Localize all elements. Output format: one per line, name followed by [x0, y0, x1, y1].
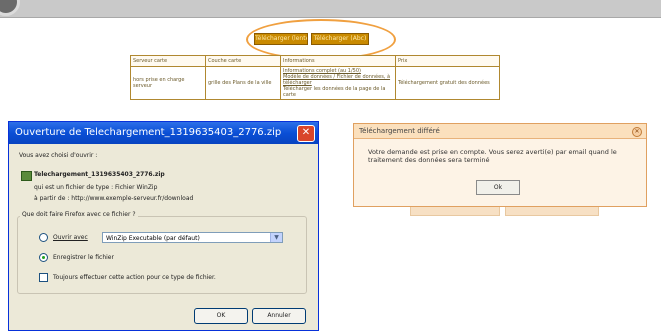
file-name: Telechargement_1319635403_2776.zip	[34, 171, 165, 178]
logo-icon	[0, 0, 20, 16]
top-bar	[0, 0, 661, 18]
intro-text: Vous avez choisi d'ouvrir :	[19, 152, 98, 159]
dialog-title: Ouverture de Telechargement_1319635403_2…	[9, 122, 318, 144]
info-link[interactable]: Modèle de données / Fichier de données, …	[283, 74, 393, 86]
cancel-button[interactable]: Annuler	[252, 308, 306, 324]
info-table: Serveur carte Couche carte Informations …	[130, 55, 500, 100]
deferred-title: Téléchargement différé	[354, 124, 646, 139]
chevron-down-icon[interactable]: ▼	[270, 233, 282, 242]
remember-checkbox[interactable]	[39, 273, 48, 282]
header-layer: Couche carte	[205, 55, 281, 67]
header-price: Prix	[395, 55, 500, 67]
table-header-row: Serveur carte Couche carte Informations …	[130, 55, 500, 67]
remember-label: Toujours effectuer cette action pour ce …	[53, 274, 216, 281]
cell-info: Informations complet (au 1/50) Modèle de…	[280, 66, 396, 100]
file-type: qui est un fichier de type : Fichier Win…	[34, 184, 158, 191]
open-with-label: Ouvrir avec	[53, 234, 88, 241]
cell-server: hors prise en charge serveur	[130, 66, 206, 100]
save-file-radio[interactable]	[39, 253, 48, 262]
open-with-value: WinZip Executable (par défaut)	[106, 235, 200, 242]
open-with-select[interactable]: WinZip Executable (par défaut) ▼	[102, 232, 283, 243]
download-slow-button[interactable]: Télécharger (lente)	[254, 33, 308, 45]
close-icon[interactable]: ✕	[297, 125, 315, 142]
deferred-message: Votre demande est prise en compte. Vous …	[368, 148, 617, 164]
ok-button[interactable]: OK	[194, 308, 248, 324]
info-text: Télécharger les données de la page de la…	[283, 86, 386, 98]
header-info: Informations	[280, 55, 396, 67]
close-icon[interactable]: ✕	[632, 127, 642, 137]
table-row: hors prise en charge serveur grille des …	[130, 66, 500, 100]
open-with-radio[interactable]	[39, 233, 48, 242]
download-fast-button[interactable]: Télécharger (Abc)	[311, 33, 369, 45]
header-server: Serveur carte	[130, 55, 206, 67]
question-text: Que doit faire Firefox avec ce fichier ?	[20, 211, 138, 218]
download-dialog: Ouverture de Telechargement_1319635403_2…	[8, 121, 319, 331]
deferred-ok-button[interactable]: Ok	[476, 180, 520, 195]
cell-layer: grille des Plans de la ville	[205, 66, 281, 100]
deferred-dialog: Téléchargement différé ✕ Votre demande e…	[353, 123, 647, 207]
file-source: à partir de : http://www.exemple-serveur…	[34, 195, 194, 202]
cell-price: Téléchargement gratuit des données	[395, 66, 500, 100]
zip-file-icon	[21, 171, 32, 181]
save-file-label: Enregistrer le fichier	[53, 254, 114, 261]
